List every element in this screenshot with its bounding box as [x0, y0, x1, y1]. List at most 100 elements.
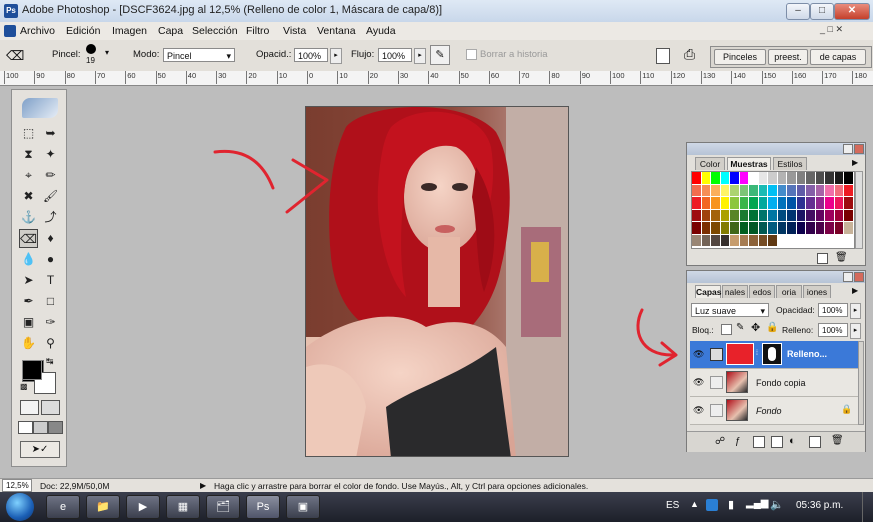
tab-canales[interactable]: nales [722, 285, 748, 298]
color-swatch[interactable] [787, 234, 796, 246]
color-swatch[interactable] [777, 184, 786, 196]
color-swatch[interactable] [730, 234, 739, 246]
color-swatch[interactable] [758, 172, 767, 184]
layers-minimize-button[interactable] [843, 272, 853, 282]
blend-mode-select[interactable]: Luz suave ▾ [691, 303, 769, 317]
mode-select[interactable]: Pincel ▾ [163, 48, 235, 62]
palette-tab-capas[interactable]: de capas [810, 49, 866, 65]
color-swatch[interactable] [806, 209, 815, 221]
color-swatch[interactable] [825, 172, 834, 184]
blur-tool-icon[interactable]: 💧 [19, 250, 38, 269]
notes-tool-icon[interactable]: ▣ [19, 313, 38, 332]
lock-transparency-icon[interactable] [721, 324, 732, 335]
layer-link-icon[interactable] [710, 404, 723, 417]
color-swatch[interactable] [834, 172, 843, 184]
color-swatch[interactable] [844, 234, 853, 246]
color-swatch[interactable] [701, 172, 710, 184]
color-swatch[interactable] [834, 222, 843, 234]
brush-tool-icon[interactable]: 🖌 [41, 187, 60, 206]
minimize-button[interactable]: – [786, 3, 810, 20]
layers-menu-icon[interactable]: ▶ [852, 286, 858, 295]
new-swatch-icon[interactable] [817, 253, 828, 264]
add-mask-icon[interactable] [753, 436, 765, 448]
color-swatch[interactable] [815, 234, 824, 246]
color-swatch[interactable] [787, 222, 796, 234]
color-swatch[interactable] [749, 197, 758, 209]
battery-icon[interactable]: ▮ [728, 498, 734, 511]
swatches-menu-icon[interactable]: ▶ [852, 158, 858, 167]
file-browser-icon[interactable] [656, 48, 670, 64]
color-swatch[interactable] [758, 184, 767, 196]
color-swatch[interactable] [739, 209, 748, 221]
clock[interactable]: 05:36 p.m. [796, 500, 843, 511]
lock-move-icon[interactable]: ✥ [751, 321, 760, 334]
zoom-field[interactable]: 12,5% [2, 479, 32, 492]
color-swatch[interactable] [720, 222, 729, 234]
color-swatch[interactable] [787, 197, 796, 209]
feather-logo-icon[interactable] [22, 98, 58, 118]
color-swatch[interactable] [739, 234, 748, 246]
opacity-slider-button[interactable]: ▸ [330, 48, 342, 64]
color-swatch[interactable] [796, 197, 805, 209]
layers-panel-titlebar[interactable] [687, 271, 865, 283]
type-tool-icon[interactable]: T [41, 271, 60, 290]
new-layer-icon[interactable] [809, 436, 821, 448]
delete-layer-icon[interactable]: 🗑 [831, 435, 844, 446]
color-swatch[interactable] [711, 209, 720, 221]
lasso-tool-icon[interactable]: ⧗ [19, 145, 38, 164]
color-swatch[interactable] [815, 209, 824, 221]
color-swatch[interactable] [758, 209, 767, 221]
move-tool-icon[interactable]: ➥ [41, 124, 60, 143]
color-swatch[interactable] [692, 172, 701, 184]
color-swatch[interactable] [815, 222, 824, 234]
color-swatch[interactable] [844, 222, 853, 234]
layer-style-icon[interactable]: ƒ [735, 436, 741, 447]
color-swatch[interactable] [825, 222, 834, 234]
color-swatch[interactable] [844, 184, 853, 196]
opacity-field[interactable]: 100% [294, 48, 328, 62]
color-swatch[interactable] [777, 172, 786, 184]
color-swatch[interactable] [739, 184, 748, 196]
color-swatch[interactable] [777, 197, 786, 209]
color-swatch[interactable] [768, 222, 777, 234]
tab-color[interactable]: Color [695, 157, 725, 170]
color-swatch[interactable] [720, 209, 729, 221]
menu-archivo[interactable]: Archivo [20, 25, 55, 37]
color-swatch[interactable] [768, 234, 777, 246]
taskbar-image-icon[interactable]: ▣ [286, 495, 320, 519]
foreground-color-swatch-top[interactable] [22, 360, 42, 380]
color-swatch[interactable] [720, 184, 729, 196]
network-signal-icon[interactable]: ▂▄▆ [746, 498, 768, 509]
print-icon[interactable]: ⎙ [684, 46, 695, 63]
document-canvas[interactable] [305, 106, 569, 457]
color-swatch[interactable] [796, 172, 805, 184]
screen-mode-standard-icon[interactable] [18, 421, 33, 434]
color-swatch[interactable] [796, 234, 805, 246]
swatches-panel-titlebar[interactable] [687, 143, 865, 155]
paint-bucket-tool-icon[interactable]: ♦ [41, 229, 60, 248]
palette-tab-pinceles[interactable]: Pinceles [714, 49, 766, 65]
jump-to-imageready-icon[interactable]: ➤✓ [20, 441, 60, 458]
color-swatch[interactable] [768, 184, 777, 196]
color-swatch[interactable] [844, 172, 853, 184]
color-swatch[interactable] [739, 172, 748, 184]
taskbar-folder-icon[interactable]: 🗂 [206, 495, 240, 519]
tab-estilos[interactable]: Estilos [773, 157, 807, 170]
layer-visibility-eye-icon[interactable]: 👁 [693, 349, 704, 360]
color-swatch[interactable] [834, 209, 843, 221]
color-swatch[interactable] [806, 234, 815, 246]
color-swatch[interactable] [768, 197, 777, 209]
layer-row-relleno[interactable]: 👁 ⁞ Relleno... [690, 341, 858, 369]
menu-ventana[interactable]: Ventana [317, 25, 356, 37]
airbrush-icon[interactable]: ✎ [430, 45, 450, 65]
clone-stamp-tool-icon[interactable]: ⚓ [19, 208, 38, 227]
color-swatch[interactable] [749, 209, 758, 221]
app-menu-icon[interactable] [4, 25, 16, 37]
menu-ayuda[interactable]: Ayuda [366, 25, 396, 37]
color-swatch[interactable] [806, 172, 815, 184]
tab-historia[interactable]: oria [776, 285, 802, 298]
color-swatch[interactable] [796, 184, 805, 196]
color-swatch[interactable] [825, 184, 834, 196]
start-button[interactable] [6, 493, 34, 521]
color-swatch[interactable] [758, 234, 767, 246]
